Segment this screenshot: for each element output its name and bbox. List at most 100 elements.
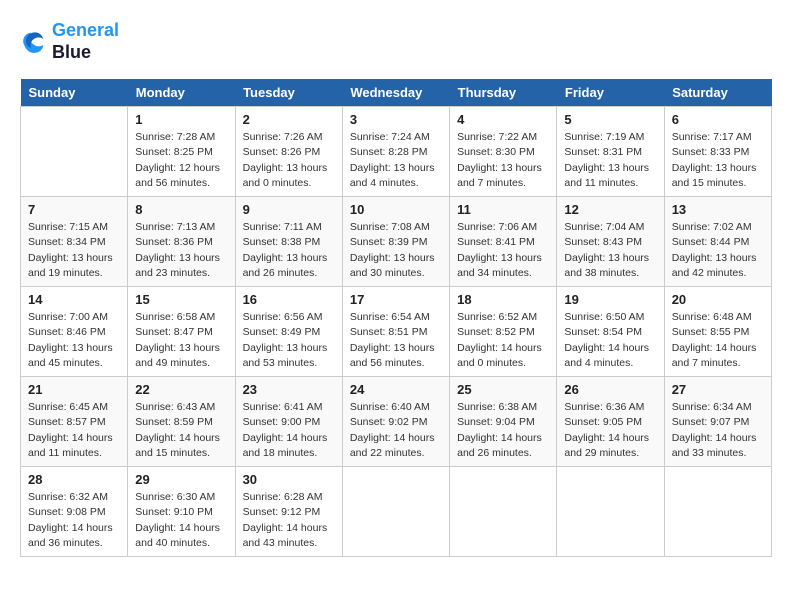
day-number: 30 — [243, 472, 335, 487]
day-info: Sunrise: 6:52 AMSunset: 8:52 PMDaylight:… — [457, 310, 549, 371]
day-info: Sunrise: 7:00 AMSunset: 8:46 PMDaylight:… — [28, 310, 120, 371]
week-row-3: 14 Sunrise: 7:00 AMSunset: 8:46 PMDayligh… — [21, 287, 772, 377]
calendar-cell — [21, 107, 128, 197]
calendar-cell: 19 Sunrise: 6:50 AMSunset: 8:54 PMDayligh… — [557, 287, 664, 377]
day-number: 13 — [672, 202, 764, 217]
day-info: Sunrise: 7:26 AMSunset: 8:26 PMDaylight:… — [243, 130, 335, 191]
day-header-saturday: Saturday — [664, 79, 771, 107]
day-number: 6 — [672, 112, 764, 127]
day-number: 7 — [28, 202, 120, 217]
day-info: Sunrise: 6:45 AMSunset: 8:57 PMDaylight:… — [28, 400, 120, 461]
day-number: 29 — [135, 472, 227, 487]
day-info: Sunrise: 7:17 AMSunset: 8:33 PMDaylight:… — [672, 130, 764, 191]
calendar-cell: 23Sunrise: 6:41 AMSunset: 9:00 PMDayligh… — [235, 377, 342, 467]
day-number: 5 — [564, 112, 656, 127]
logo-general: General — [52, 20, 119, 40]
day-info: Sunrise: 7:04 AMSunset: 8:43 PMDaylight:… — [564, 220, 656, 281]
day-number: 9 — [243, 202, 335, 217]
calendar-cell: 1 Sunrise: 7:28 AMSunset: 8:25 PMDaylight… — [128, 107, 235, 197]
day-number: 15 — [135, 292, 227, 307]
day-number: 8 — [135, 202, 227, 217]
calendar-cell: 14 Sunrise: 7:00 AMSunset: 8:46 PMDayligh… — [21, 287, 128, 377]
day-info: Sunrise: 6:54 AMSunset: 8:51 PMDaylight:… — [350, 310, 442, 371]
day-number: 4 — [457, 112, 549, 127]
day-info: Sunrise: 7:08 AMSunset: 8:39 PMDaylight:… — [350, 220, 442, 281]
day-info: Sunrise: 7:13 AMSunset: 8:36 PMDaylight:… — [135, 220, 227, 281]
day-number: 26 — [564, 382, 656, 397]
week-row-1: 1 Sunrise: 7:28 AMSunset: 8:25 PMDaylight… — [21, 107, 772, 197]
day-number: 11 — [457, 202, 549, 217]
day-info: Sunrise: 6:38 AMSunset: 9:04 PMDaylight:… — [457, 400, 549, 461]
day-info: Sunrise: 6:34 AMSunset: 9:07 PMDaylight:… — [672, 400, 764, 461]
day-number: 16 — [243, 292, 335, 307]
day-info: Sunrise: 7:11 AMSunset: 8:38 PMDaylight:… — [243, 220, 335, 281]
day-info: Sunrise: 6:28 AMSunset: 9:12 PMDaylight:… — [243, 490, 335, 551]
day-info: Sunrise: 6:50 AMSunset: 8:54 PMDaylight:… — [564, 310, 656, 371]
calendar-cell: 24Sunrise: 6:40 AMSunset: 9:02 PMDayligh… — [342, 377, 449, 467]
calendar-cell — [450, 467, 557, 557]
logo-icon — [20, 28, 48, 56]
week-row-2: 7 Sunrise: 7:15 AMSunset: 8:34 PMDaylight… — [21, 197, 772, 287]
day-info: Sunrise: 7:02 AMSunset: 8:44 PMDaylight:… — [672, 220, 764, 281]
logo-blue: Blue — [52, 42, 119, 64]
day-number: 10 — [350, 202, 442, 217]
day-number: 25 — [457, 382, 549, 397]
calendar-cell: 7 Sunrise: 7:15 AMSunset: 8:34 PMDaylight… — [21, 197, 128, 287]
day-info: Sunrise: 6:48 AMSunset: 8:55 PMDaylight:… — [672, 310, 764, 371]
calendar-cell: 21 Sunrise: 6:45 AMSunset: 8:57 PMDayligh… — [21, 377, 128, 467]
day-info: Sunrise: 7:15 AMSunset: 8:34 PMDaylight:… — [28, 220, 120, 281]
day-number: 21 — [28, 382, 120, 397]
calendar-cell: 30 Sunrise: 6:28 AMSunset: 9:12 PMDayligh… — [235, 467, 342, 557]
week-row-5: 28 Sunrise: 6:32 AMSunset: 9:08 PMDayligh… — [21, 467, 772, 557]
day-info: Sunrise: 7:24 AMSunset: 8:28 PMDaylight:… — [350, 130, 442, 191]
day-info: Sunrise: 6:58 AMSunset: 8:47 PMDaylight:… — [135, 310, 227, 371]
day-number: 22 — [135, 382, 227, 397]
calendar-cell: 25 Sunrise: 6:38 AMSunset: 9:04 PMDayligh… — [450, 377, 557, 467]
day-info: Sunrise: 6:36 AMSunset: 9:05 PMDaylight:… — [564, 400, 656, 461]
calendar-cell: 16 Sunrise: 6:56 AMSunset: 8:49 PMDayligh… — [235, 287, 342, 377]
header-row: SundayMondayTuesdayWednesdayThursdayFrid… — [21, 79, 772, 107]
day-info: Sunrise: 6:32 AMSunset: 9:08 PMDaylight:… — [28, 490, 120, 551]
calendar-cell: 4 Sunrise: 7:22 AMSunset: 8:30 PMDaylight… — [450, 107, 557, 197]
calendar-cell: 9 Sunrise: 7:11 AMSunset: 8:38 PMDaylight… — [235, 197, 342, 287]
day-info: Sunrise: 7:22 AMSunset: 8:30 PMDaylight:… — [457, 130, 549, 191]
calendar-cell: 11 Sunrise: 7:06 AMSunset: 8:41 PMDayligh… — [450, 197, 557, 287]
day-number: 27 — [672, 382, 764, 397]
day-info: Sunrise: 6:43 AMSunset: 8:59 PMDaylight:… — [135, 400, 227, 461]
calendar-cell: 26 Sunrise: 6:36 AMSunset: 9:05 PMDayligh… — [557, 377, 664, 467]
day-number: 2 — [243, 112, 335, 127]
day-number: 20 — [672, 292, 764, 307]
calendar-cell: 3Sunrise: 7:24 AMSunset: 8:28 PMDaylight… — [342, 107, 449, 197]
day-number: 12 — [564, 202, 656, 217]
day-number: 19 — [564, 292, 656, 307]
calendar-cell — [664, 467, 771, 557]
logo-text: General Blue — [52, 20, 119, 63]
day-header-thursday: Thursday — [450, 79, 557, 107]
page-header: General Blue — [20, 20, 772, 63]
day-info: Sunrise: 7:19 AMSunset: 8:31 PMDaylight:… — [564, 130, 656, 191]
calendar-cell: 13 Sunrise: 7:02 AMSunset: 8:44 PMDayligh… — [664, 197, 771, 287]
calendar-cell: 15 Sunrise: 6:58 AMSunset: 8:47 PMDayligh… — [128, 287, 235, 377]
calendar-cell: 17Sunrise: 6:54 AMSunset: 8:51 PMDayligh… — [342, 287, 449, 377]
day-number: 18 — [457, 292, 549, 307]
day-header-friday: Friday — [557, 79, 664, 107]
calendar-cell: 29Sunrise: 6:30 AMSunset: 9:10 PMDayligh… — [128, 467, 235, 557]
week-row-4: 21 Sunrise: 6:45 AMSunset: 8:57 PMDayligh… — [21, 377, 772, 467]
day-number: 1 — [135, 112, 227, 127]
calendar-cell: 22 Sunrise: 6:43 AMSunset: 8:59 PMDayligh… — [128, 377, 235, 467]
day-info: Sunrise: 7:06 AMSunset: 8:41 PMDaylight:… — [457, 220, 549, 281]
calendar-cell: 12 Sunrise: 7:04 AMSunset: 8:43 PMDayligh… — [557, 197, 664, 287]
calendar-table: SundayMondayTuesdayWednesdayThursdayFrid… — [20, 79, 772, 557]
day-number: 24 — [350, 382, 442, 397]
calendar-cell — [557, 467, 664, 557]
calendar-cell — [342, 467, 449, 557]
calendar-cell: 5 Sunrise: 7:19 AMSunset: 8:31 PMDaylight… — [557, 107, 664, 197]
day-info: Sunrise: 6:56 AMSunset: 8:49 PMDaylight:… — [243, 310, 335, 371]
day-info: Sunrise: 7:28 AMSunset: 8:25 PMDaylight:… — [135, 130, 227, 191]
calendar-cell: 18 Sunrise: 6:52 AMSunset: 8:52 PMDayligh… — [450, 287, 557, 377]
day-number: 28 — [28, 472, 120, 487]
calendar-cell: 10 Sunrise: 7:08 AMSunset: 8:39 PMDayligh… — [342, 197, 449, 287]
day-number: 14 — [28, 292, 120, 307]
day-number: 23 — [243, 382, 335, 397]
calendar-cell: 6 Sunrise: 7:17 AMSunset: 8:33 PMDaylight… — [664, 107, 771, 197]
